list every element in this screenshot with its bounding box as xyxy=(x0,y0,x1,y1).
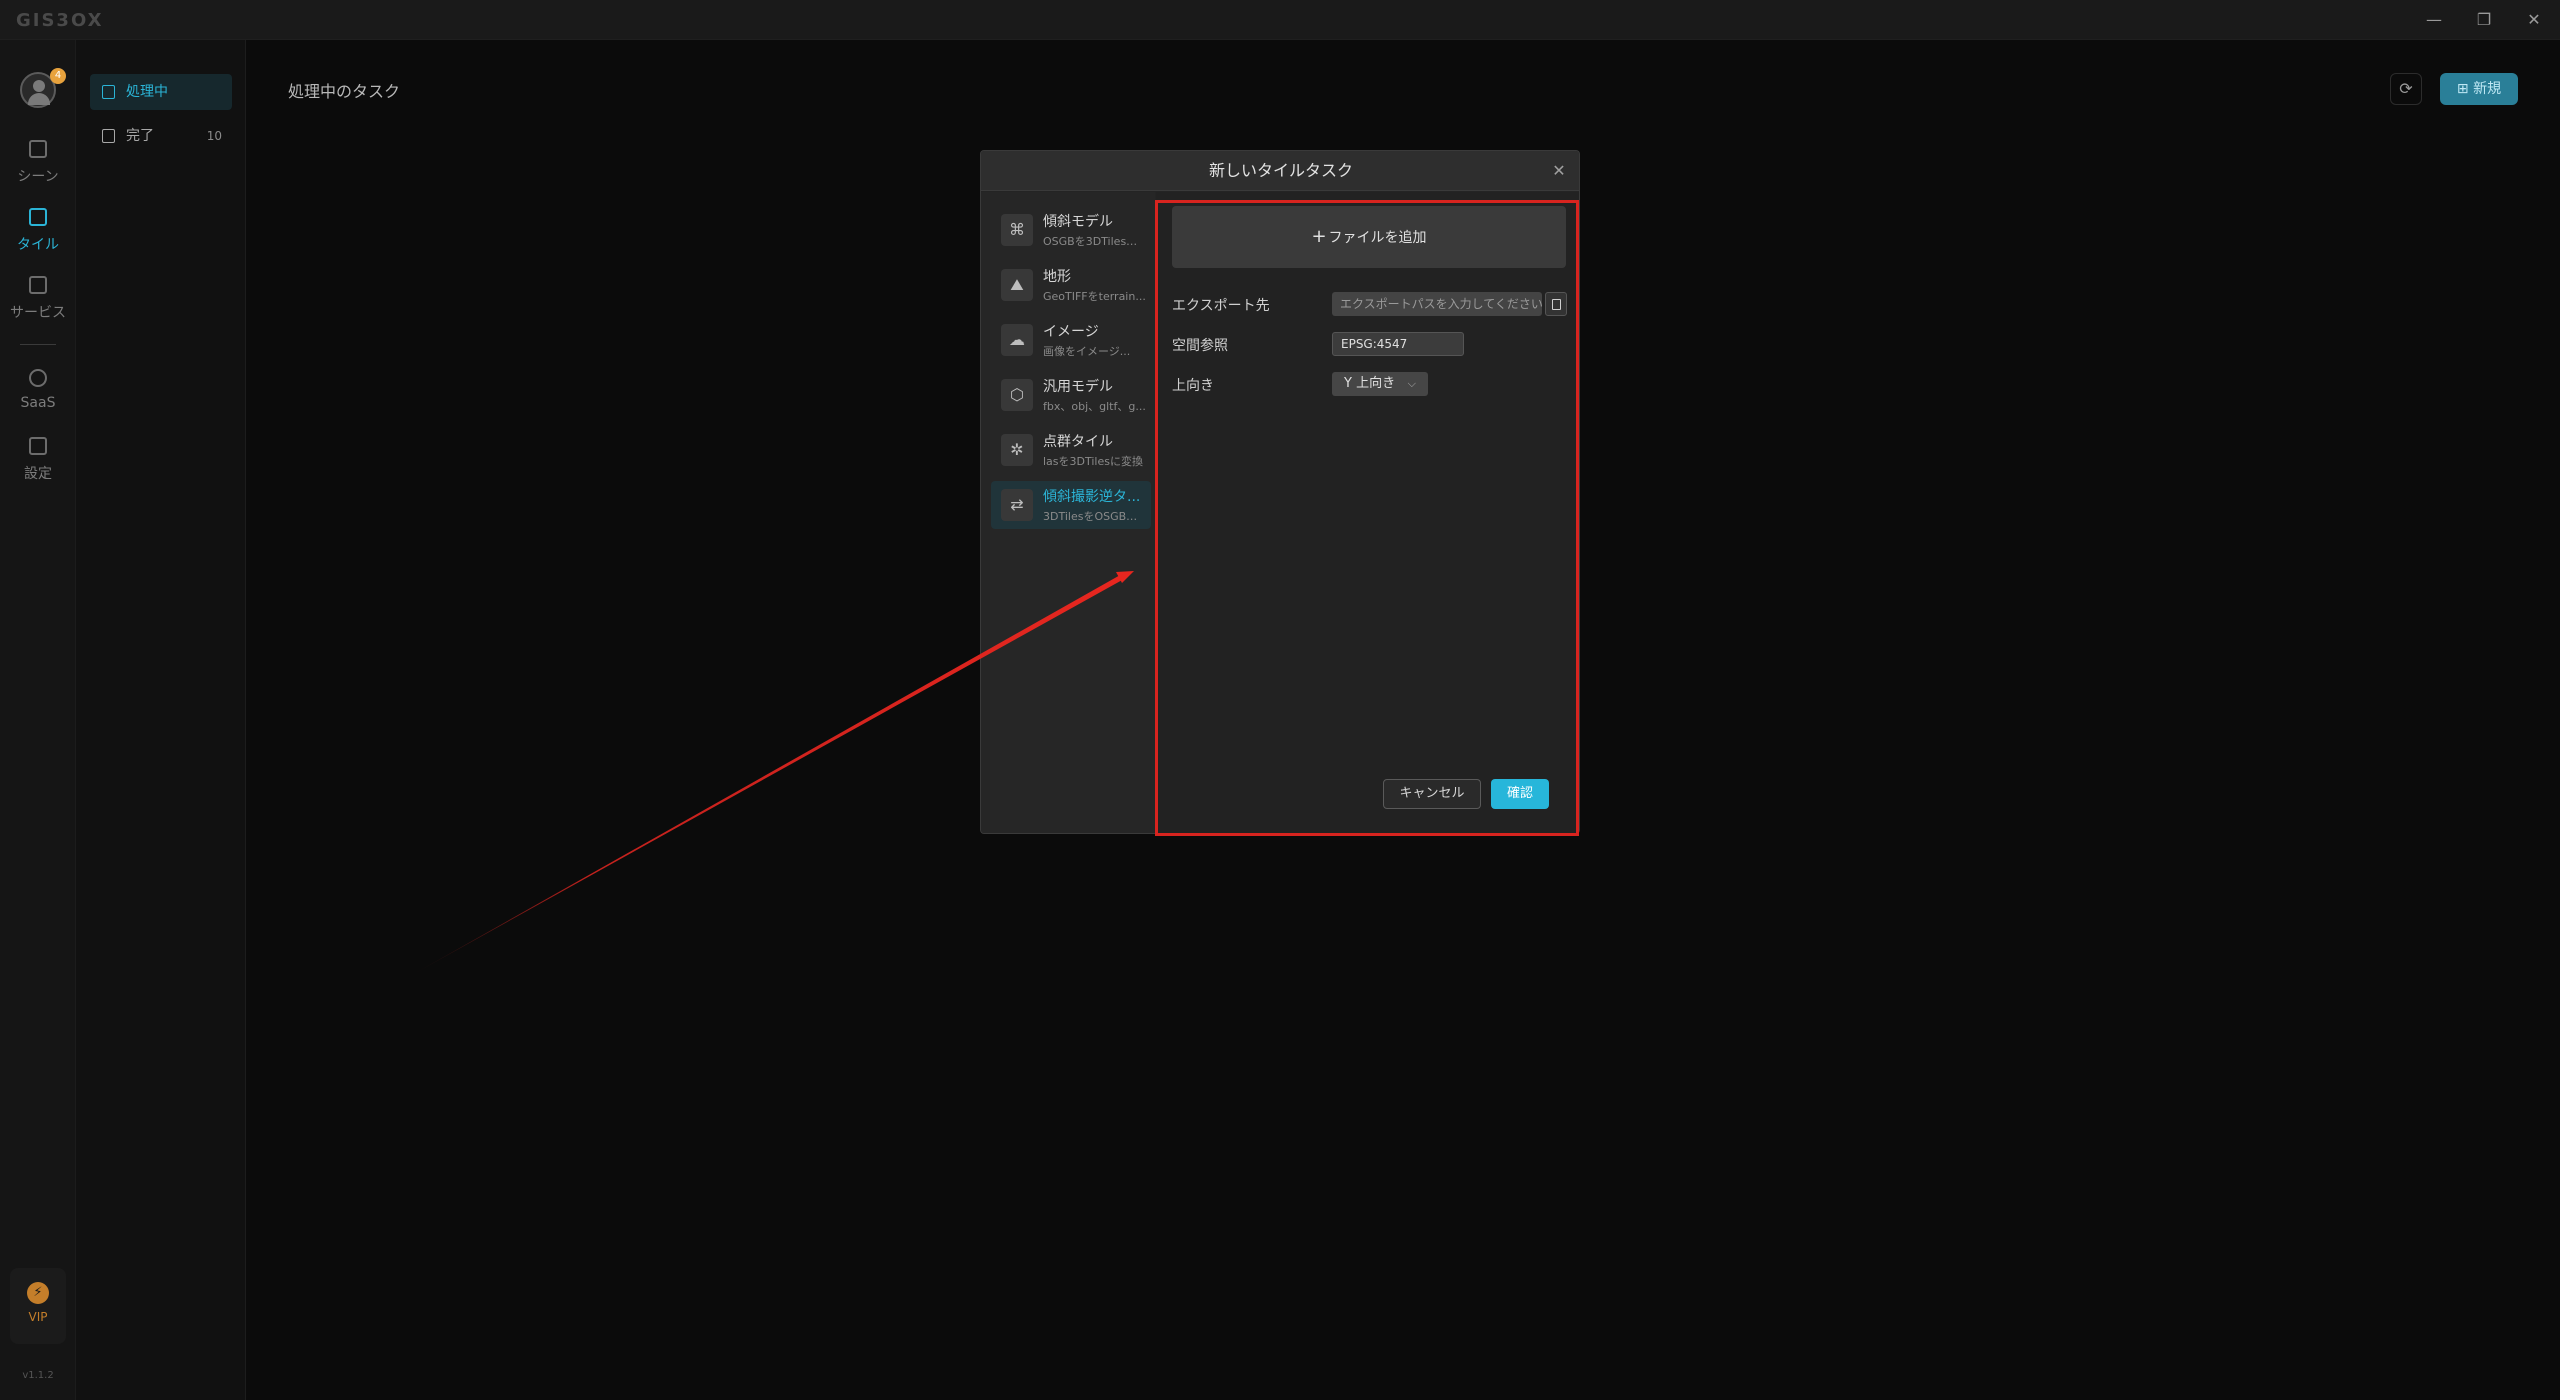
close-icon[interactable]: ✕ xyxy=(1547,151,1571,191)
task-type-terrain[interactable]: ⛰ 地形 GeoTIFFをterrain... xyxy=(991,261,1151,309)
subnav-item-processing[interactable]: 処理中 xyxy=(90,74,232,110)
settings-icon xyxy=(29,437,47,455)
up-axis-select[interactable]: Y 上向き ⌵ xyxy=(1332,372,1428,396)
task-type-reverse-oblique[interactable]: ⇄ 傾斜撮影逆タ... 3DTilesをOSGBに... xyxy=(991,481,1151,529)
minimize-button[interactable]: — xyxy=(2412,6,2456,34)
plus-square-icon: ⊞ xyxy=(2456,81,2469,97)
srs-label: 空間参照 xyxy=(1172,338,1228,354)
srs-input[interactable]: EPSG:4547 xyxy=(1332,332,1464,356)
add-file-label: ファイルを追加 xyxy=(1328,230,1427,246)
up-axis-value: Y 上向き xyxy=(1344,376,1396,391)
page-title: 処理中のタスク xyxy=(288,82,401,101)
left-rail: 4 シーン タイル サービス SaaS 設定 ⚡ VIP v1.1.2 xyxy=(0,40,76,1400)
task-type-name: 汎用モデル xyxy=(1043,379,1113,395)
close-window-button[interactable]: ✕ xyxy=(2512,6,2556,34)
completed-count: 10 xyxy=(206,129,222,143)
new-task-label: 新規 xyxy=(2473,81,2502,97)
vip-button[interactable]: ⚡ VIP xyxy=(10,1268,66,1344)
oblique-model-icon: ⌘ xyxy=(1001,214,1033,246)
task-sidebar: 処理中 完了 10 xyxy=(76,40,246,1400)
folder-icon xyxy=(1552,299,1561,310)
task-type-oblique-model[interactable]: ⌘ 傾斜モデル OSGBを3DTilesに... xyxy=(991,206,1151,254)
export-label: エクスポート先 xyxy=(1172,298,1270,314)
rail-label-saas: SaaS xyxy=(20,395,56,411)
task-type-generic-model[interactable]: ⬡ 汎用モデル fbx、obj、gltf、g... xyxy=(991,371,1151,419)
task-type-desc: OSGBを3DTilesに... xyxy=(1043,235,1147,248)
avatar-body xyxy=(28,93,50,105)
refresh-button[interactable]: ⟳ xyxy=(2390,73,2422,105)
service-icon xyxy=(29,276,47,294)
task-type-image[interactable]: ☁ イメージ 画像をイメージ... xyxy=(991,316,1151,364)
version-label: v1.1.2 xyxy=(22,1370,54,1381)
new-task-button[interactable]: ⊞ 新規 xyxy=(2440,73,2518,105)
restore-button[interactable]: ❐ xyxy=(2462,6,2506,34)
dialog-title: 新しいタイルタスク xyxy=(1208,161,1353,180)
rail-item-service[interactable]: サービス xyxy=(0,276,76,336)
title-bar: GIS3OX — ❐ ✕ xyxy=(0,0,2560,40)
plus-icon: + xyxy=(1311,226,1327,247)
reverse-convert-icon: ⇄ xyxy=(1001,489,1033,521)
rail-label-settings: 設定 xyxy=(24,466,52,482)
subnav-item-completed[interactable]: 完了 10 xyxy=(90,118,232,154)
task-settings-panel: +ファイルを追加 エクスポート先 空間参照 EPSG:4547 上向き Y 上向… xyxy=(1156,192,1579,833)
export-path-input[interactable] xyxy=(1332,292,1542,316)
task-type-point-cloud[interactable]: ✲ 点群タイル lasを3DTilesに変換 xyxy=(991,426,1151,474)
refresh-icon: ⟳ xyxy=(2399,79,2413,98)
up-axis-label: 上向き xyxy=(1172,378,1214,394)
cancel-button[interactable]: キャンセル xyxy=(1383,779,1481,809)
subnav-label-processing: 処理中 xyxy=(126,84,168,100)
task-type-name: 点群タイル xyxy=(1043,434,1113,450)
rail-label-service: サービス xyxy=(10,305,66,321)
confirm-button[interactable]: 確認 xyxy=(1491,779,1549,809)
new-tile-task-dialog: 新しいタイルタスク ✕ ⌘ 傾斜モデル OSGBを3DTilesに... ⛰ 地… xyxy=(980,150,1580,834)
point-cloud-icon: ✲ xyxy=(1001,434,1033,466)
subnav-label-completed: 完了 xyxy=(126,128,154,144)
dialog-header: 新しいタイルタスク ✕ xyxy=(981,151,1579,191)
task-type-name: イメージ xyxy=(1043,324,1099,340)
task-type-desc: fbx、obj、gltf、g... xyxy=(1043,400,1146,413)
rail-item-scene[interactable]: シーン xyxy=(0,140,76,200)
vip-label: VIP xyxy=(28,1310,48,1324)
document-icon xyxy=(102,85,115,99)
rail-label-scene: シーン xyxy=(17,169,59,185)
rail-item-tile[interactable]: タイル xyxy=(0,208,76,268)
task-type-desc: GeoTIFFをterrain... xyxy=(1043,290,1146,303)
chevron-down-icon: ⌵ xyxy=(1407,377,1416,390)
task-type-desc: 画像をイメージ... xyxy=(1043,345,1131,358)
app-logo: GIS3OX xyxy=(16,10,104,31)
task-type-name: 傾斜モデル xyxy=(1043,214,1113,230)
task-type-desc: 3DTilesをOSGBに... xyxy=(1043,510,1147,523)
lightning-icon: ⚡ xyxy=(27,1282,49,1304)
task-type-desc: lasを3DTilesに変換 xyxy=(1043,455,1143,468)
document-check-icon xyxy=(102,129,115,143)
rail-divider xyxy=(20,344,56,345)
avatar-head xyxy=(33,80,45,92)
rail-item-saas[interactable]: SaaS xyxy=(0,369,76,429)
add-file-button[interactable]: + ファイルを追加 xyxy=(1172,206,1566,268)
terrain-icon: ⛰ xyxy=(1001,269,1033,301)
task-type-name: 傾斜撮影逆タ... xyxy=(1043,489,1141,505)
rail-item-settings[interactable]: 設定 xyxy=(0,437,76,497)
task-type-list: ⌘ 傾斜モデル OSGBを3DTilesに... ⛰ 地形 GeoTIFFをte… xyxy=(981,192,1155,833)
browse-folder-button[interactable] xyxy=(1545,292,1567,316)
rail-label-tile: タイル xyxy=(17,237,59,253)
task-type-name: 地形 xyxy=(1043,269,1071,285)
image-cloud-icon: ☁ xyxy=(1001,324,1033,356)
cube-icon: ⬡ xyxy=(1001,379,1033,411)
scene-icon xyxy=(29,140,47,158)
tile-icon xyxy=(29,208,47,226)
saas-icon xyxy=(29,369,47,387)
notification-badge: 4 xyxy=(50,68,66,84)
